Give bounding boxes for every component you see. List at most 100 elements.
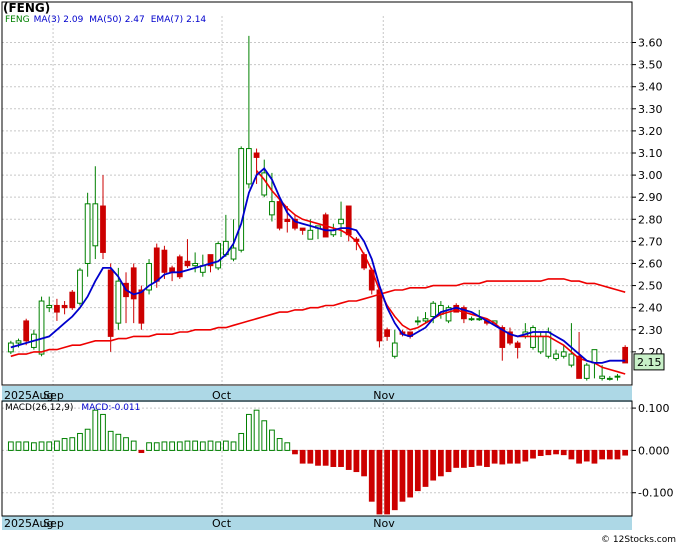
candle-body	[284, 218, 291, 222]
price-tick-label: 2.80	[638, 213, 663, 226]
chart-title: (FENG)	[3, 1, 51, 15]
macd-bar	[384, 449, 390, 515]
macd-bar	[437, 449, 444, 477]
macd-bar	[276, 438, 283, 451]
macd-bar	[514, 449, 521, 464]
month-label: Sep	[43, 389, 64, 402]
price-tick-label: 3.30	[638, 103, 663, 116]
macd-axis: 0.100 0.000 -0.100	[632, 402, 673, 500]
macd-bar	[153, 442, 160, 451]
macd-bar	[299, 449, 306, 464]
macd-bar	[207, 440, 214, 451]
price-tick-label: 3.60	[638, 37, 663, 50]
candle-body	[238, 148, 245, 251]
candle-body	[261, 172, 268, 196]
macd-bar	[246, 413, 252, 451]
macd-bar	[61, 438, 68, 451]
macd-bar	[230, 441, 237, 451]
month-label: Nov	[373, 389, 395, 402]
candle-body	[560, 351, 567, 357]
macd-bar	[315, 449, 321, 466]
price-axis: 3.60 3.50 3.40 3.30 3.20 3.10 3.00 2.90 2.80 2.70…	[632, 37, 663, 359]
candle-body	[184, 260, 191, 267]
macd-bar	[507, 449, 513, 464]
candle-body	[476, 318, 483, 321]
macd-bars	[7, 409, 629, 515]
month-label: Sep	[43, 517, 64, 530]
candle-body	[384, 329, 390, 337]
macd-bar	[468, 449, 475, 467]
macd-bar	[284, 442, 291, 451]
candle-body	[276, 201, 283, 229]
candle-body	[246, 148, 252, 185]
macd-bar	[453, 449, 460, 468]
macd-legend: MACD(26,12,9) MACD:-0.011	[5, 403, 144, 413]
candle-body	[391, 342, 398, 357]
macd-bar	[222, 440, 229, 451]
macd-bar	[330, 449, 337, 467]
macd-bar	[476, 449, 483, 466]
chart: 3.60 3.50 3.40 3.30 3.20 3.10 3.00 2.90 2.80 2.70…	[1, 1, 673, 530]
macd-bar	[361, 449, 367, 477]
macd-bar	[491, 449, 498, 464]
legend-ma3: MA(3)	[33, 15, 61, 25]
price-panel-frame	[1, 1, 633, 386]
macd-bar	[269, 429, 275, 451]
price-tick-label: 2.50	[638, 280, 663, 293]
candle-body	[153, 247, 160, 282]
candle-body	[46, 304, 53, 309]
candle-body	[100, 205, 106, 253]
candle-body	[530, 327, 536, 348]
macd-bar	[30, 442, 37, 451]
macd-bar	[345, 449, 352, 470]
macd-bar	[146, 442, 152, 451]
macd-bar	[92, 409, 99, 451]
macd-bar	[84, 428, 91, 451]
candle-body	[54, 304, 60, 313]
watermark: © 12Stocks.com	[601, 535, 676, 545]
legend-ma3-value: 2.09	[63, 15, 84, 25]
candle-body	[568, 353, 575, 366]
candle-body	[514, 342, 521, 348]
macd-bar	[307, 449, 314, 464]
macd-bar	[215, 441, 222, 451]
date-band	[2, 516, 632, 530]
candle-body	[414, 320, 421, 323]
candle-body	[376, 289, 383, 342]
macd-bar	[537, 449, 544, 456]
macd-bar	[7, 441, 14, 451]
candle-body	[468, 318, 475, 321]
macd-tick-label: 0.100	[638, 402, 670, 415]
macd-bar	[184, 440, 191, 451]
macd-bar	[161, 441, 168, 451]
macd-bar	[445, 449, 452, 473]
macd-bar	[568, 449, 575, 460]
legend-ema7-value: 2.14	[186, 15, 207, 25]
candle-body	[591, 349, 598, 364]
month-label: Oct	[212, 389, 232, 402]
macd-bar	[23, 441, 30, 451]
candle-body	[553, 353, 559, 359]
macd-bar	[138, 449, 145, 454]
candle-body	[92, 203, 99, 247]
price-tick-label: 2.40	[638, 302, 663, 315]
macd-bar	[107, 430, 114, 451]
candle-body	[307, 229, 314, 240]
price-tick-label: 2.30	[638, 324, 663, 337]
price-tick-label: 3.50	[638, 59, 663, 72]
macd-bar	[292, 449, 298, 455]
candle-body	[115, 280, 122, 324]
candle-body	[345, 205, 352, 236]
macd-bar	[353, 449, 360, 473]
price-tick-label: 3.20	[638, 125, 663, 138]
candle-body	[107, 269, 114, 337]
macd-bar	[430, 449, 437, 481]
candle-body	[583, 364, 590, 379]
macd-bar	[391, 449, 398, 511]
macd-bar	[338, 449, 344, 467]
macd-bar	[77, 432, 83, 451]
macd-bar	[368, 449, 375, 502]
candle-body	[430, 302, 437, 318]
candle-body	[230, 247, 237, 260]
candle-body	[215, 243, 222, 269]
